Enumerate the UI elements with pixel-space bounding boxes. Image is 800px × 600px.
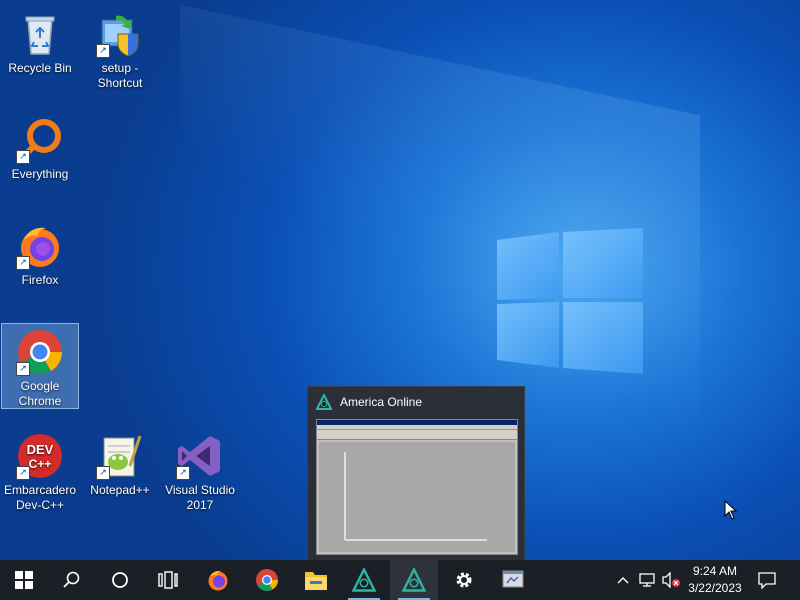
desktop-icon-devcpp[interactable]: DEV C++ ↗ Embarcadero Dev-C++ (2, 428, 78, 513)
desktop-icon-label: Firefox (21, 273, 59, 287)
taskbar-aol-2[interactable] (390, 560, 438, 600)
chrome-icon: ↗ (16, 328, 64, 376)
preview-window-title: America Online (340, 395, 423, 409)
tray-volume-muted[interactable] (660, 560, 682, 600)
desktop-icon-google-chrome[interactable]: ↗ Google Chrome (1, 323, 79, 409)
gear-icon (456, 572, 472, 588)
aol-icon (316, 394, 332, 410)
shortcut-arrow-icon: ↗ (96, 44, 110, 58)
desktop-icon-label: Notepad++ (90, 483, 150, 497)
desktop-icon-recycle-bin[interactable]: Recycle Bin (2, 6, 78, 76)
desktop-icon-label: Visual Studio 2017 (165, 483, 235, 512)
search-icon (63, 571, 80, 588)
desktop-icon-label: Everything (11, 167, 69, 181)
task-view-icon (158, 571, 178, 589)
desktop-icon-setup-shortcut[interactable]: ↗ setup - Shortcut (82, 6, 158, 91)
tray-network[interactable] (636, 560, 658, 600)
taskbar-aol-1[interactable] (340, 560, 388, 600)
desktop-icon-label: Embarcadero Dev-C++ (3, 483, 77, 512)
windows-wallpaper-logo (497, 228, 643, 374)
start-button[interactable] (0, 560, 48, 600)
aol-icon (352, 568, 376, 592)
firefox-icon: ↗ (16, 222, 64, 270)
app-window-icon (502, 570, 524, 588)
svg-text:DEV: DEV (27, 442, 54, 457)
thumbnail-content-lines (344, 452, 487, 541)
thumbnail-client-area (319, 442, 515, 552)
shortcut-arrow-icon: ↗ (16, 362, 30, 376)
chevron-up-icon (617, 577, 629, 584)
desktop-icon-visual-studio[interactable]: ↗ Visual Studio 2017 (162, 428, 238, 513)
shortcut-arrow-icon: ↗ (16, 150, 30, 164)
task-view-button[interactable] (144, 560, 192, 600)
desktop-icon-notepadpp[interactable]: ↗ Notepad++ (82, 428, 158, 498)
svg-text:C++: C++ (29, 457, 52, 471)
taskbar-settings[interactable] (440, 560, 488, 600)
action-center-button[interactable] (752, 560, 782, 600)
shortcut-arrow-icon: ↗ (176, 466, 190, 480)
desktop-icon-label: setup - Shortcut (97, 61, 143, 90)
taskbar-thumbnail-preview[interactable]: America Online (307, 386, 525, 562)
visual-studio-icon: ↗ (176, 432, 224, 480)
search-button[interactable] (48, 560, 96, 600)
notification-icon (758, 572, 776, 589)
shortcut-arrow-icon: ↗ (16, 466, 30, 480)
desktop-icon-label: Google Chrome (18, 379, 62, 408)
preview-thumbnail-image[interactable] (316, 419, 518, 555)
taskbar-file-explorer[interactable] (292, 560, 340, 600)
folder-icon (305, 572, 327, 590)
recycle-bin-icon (16, 10, 64, 58)
shortcut-arrow-icon: ↗ (96, 466, 110, 480)
desktop-icon-label: Recycle Bin (8, 61, 72, 75)
network-icon (639, 573, 655, 587)
notepadpp-icon: ↗ (96, 432, 144, 480)
cortana-button[interactable] (96, 560, 144, 600)
desktop-icon-everything[interactable]: ↗ Everything (2, 112, 78, 182)
chrome-icon (256, 569, 278, 591)
desktop-icon-firefox[interactable]: ↗ Firefox (2, 218, 78, 288)
devcpp-icon: DEV C++ ↗ (16, 432, 64, 480)
setup-icon: ↗ (96, 10, 144, 58)
speaker-muted-icon (662, 572, 680, 588)
cortana-circle-icon (112, 572, 128, 588)
taskbar-app[interactable] (489, 560, 537, 600)
tray-show-hidden-icons[interactable] (613, 560, 633, 600)
taskbar: 9:24 AM 3/22/2023 (0, 560, 800, 600)
clock-time: 9:24 AM (692, 564, 738, 578)
windows-start-icon (15, 571, 33, 589)
aol-icon (402, 568, 426, 592)
firefox-icon (208, 570, 228, 591)
taskbar-firefox[interactable] (194, 560, 242, 600)
clock-date: 3/22/2023 (688, 581, 742, 595)
mouse-cursor-icon (724, 500, 738, 520)
tray-clock[interactable]: 9:24 AM 3/22/2023 (684, 563, 746, 597)
taskbar-chrome[interactable] (243, 560, 291, 600)
thumbnail-toolbar (317, 430, 517, 440)
shortcut-arrow-icon: ↗ (16, 256, 30, 270)
everything-icon: ↗ (16, 116, 64, 164)
